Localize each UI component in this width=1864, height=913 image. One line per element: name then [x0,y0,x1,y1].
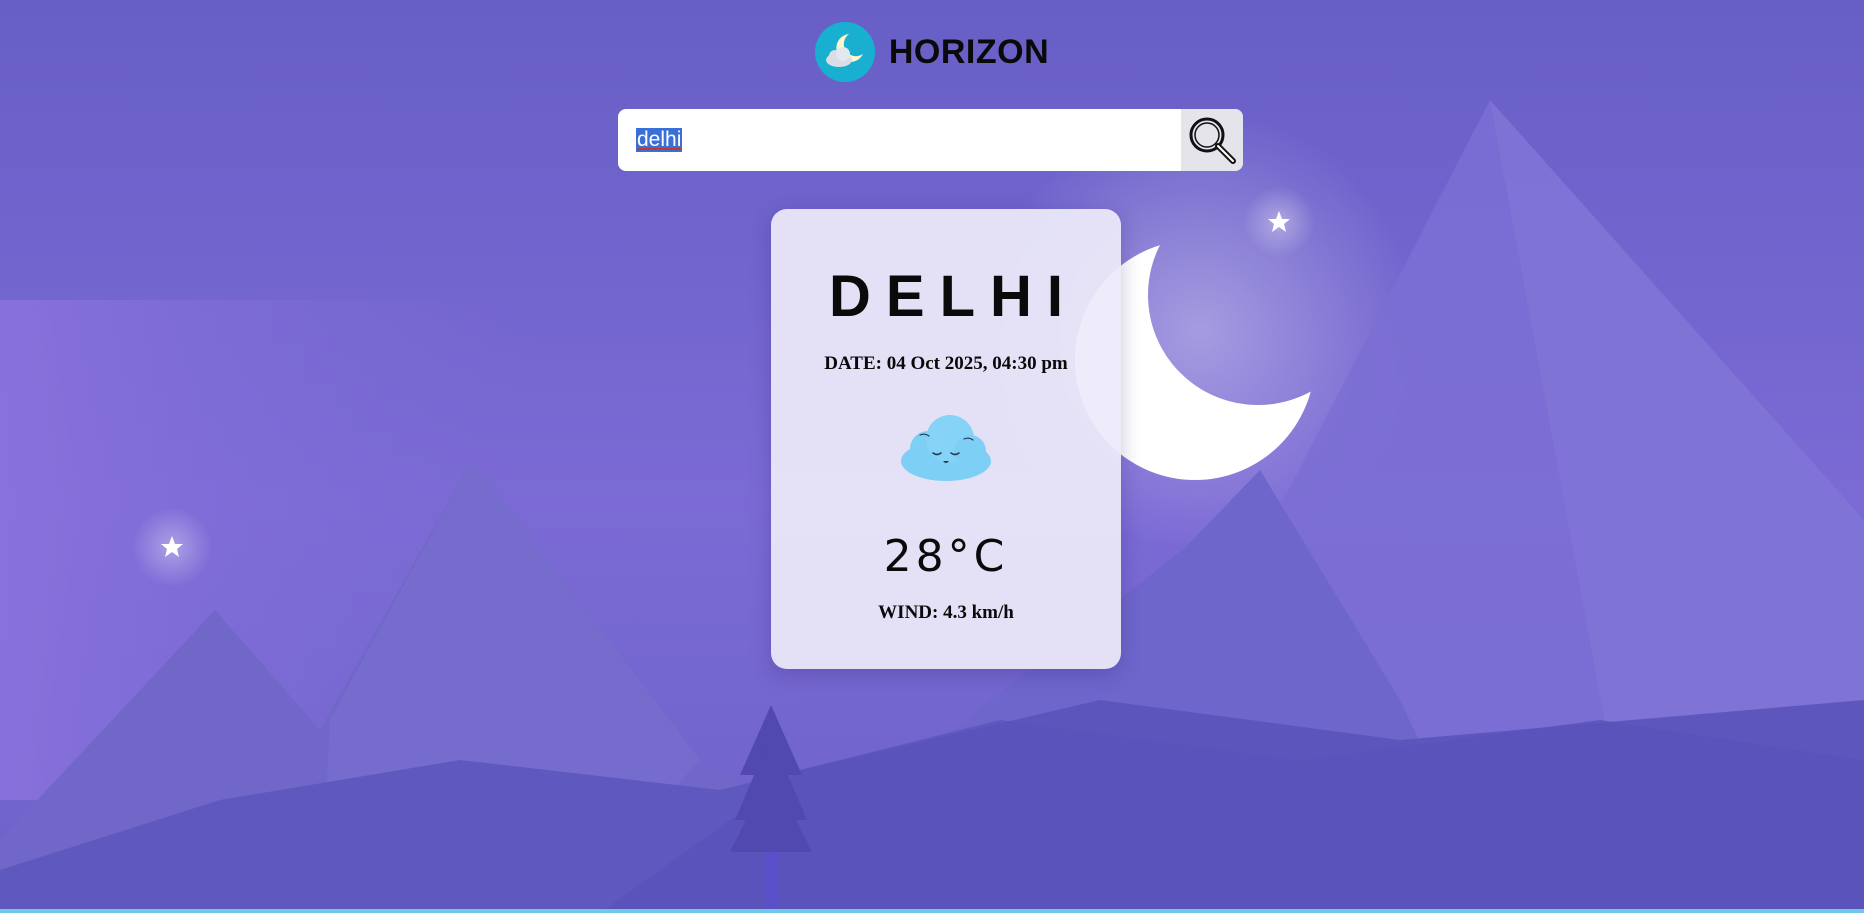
search-input-value: delhi [636,128,683,152]
app-header: HORIZON [0,20,1864,84]
search-input[interactable]: delhi [618,109,1181,171]
app-title: HORIZON [888,32,1050,71]
search-bar: delhi [618,109,1243,171]
moon-cloud-icon [814,22,875,82]
city-name: DELHI [829,264,1078,329]
temperature-value: 28°C [883,531,1009,582]
cloud-icon [901,415,991,481]
search-button[interactable] [1181,109,1243,171]
bottom-strip [0,909,1864,913]
wind-text: WIND: 4.3 km/h [878,602,1014,623]
magnifier-icon [1189,117,1236,164]
weather-card: DELHI DATE: 04 Oct 2025, 04:30 pm 28°C W… [771,209,1121,669]
date-text: DATE: 04 Oct 2025, 04:30 pm [824,353,1068,374]
